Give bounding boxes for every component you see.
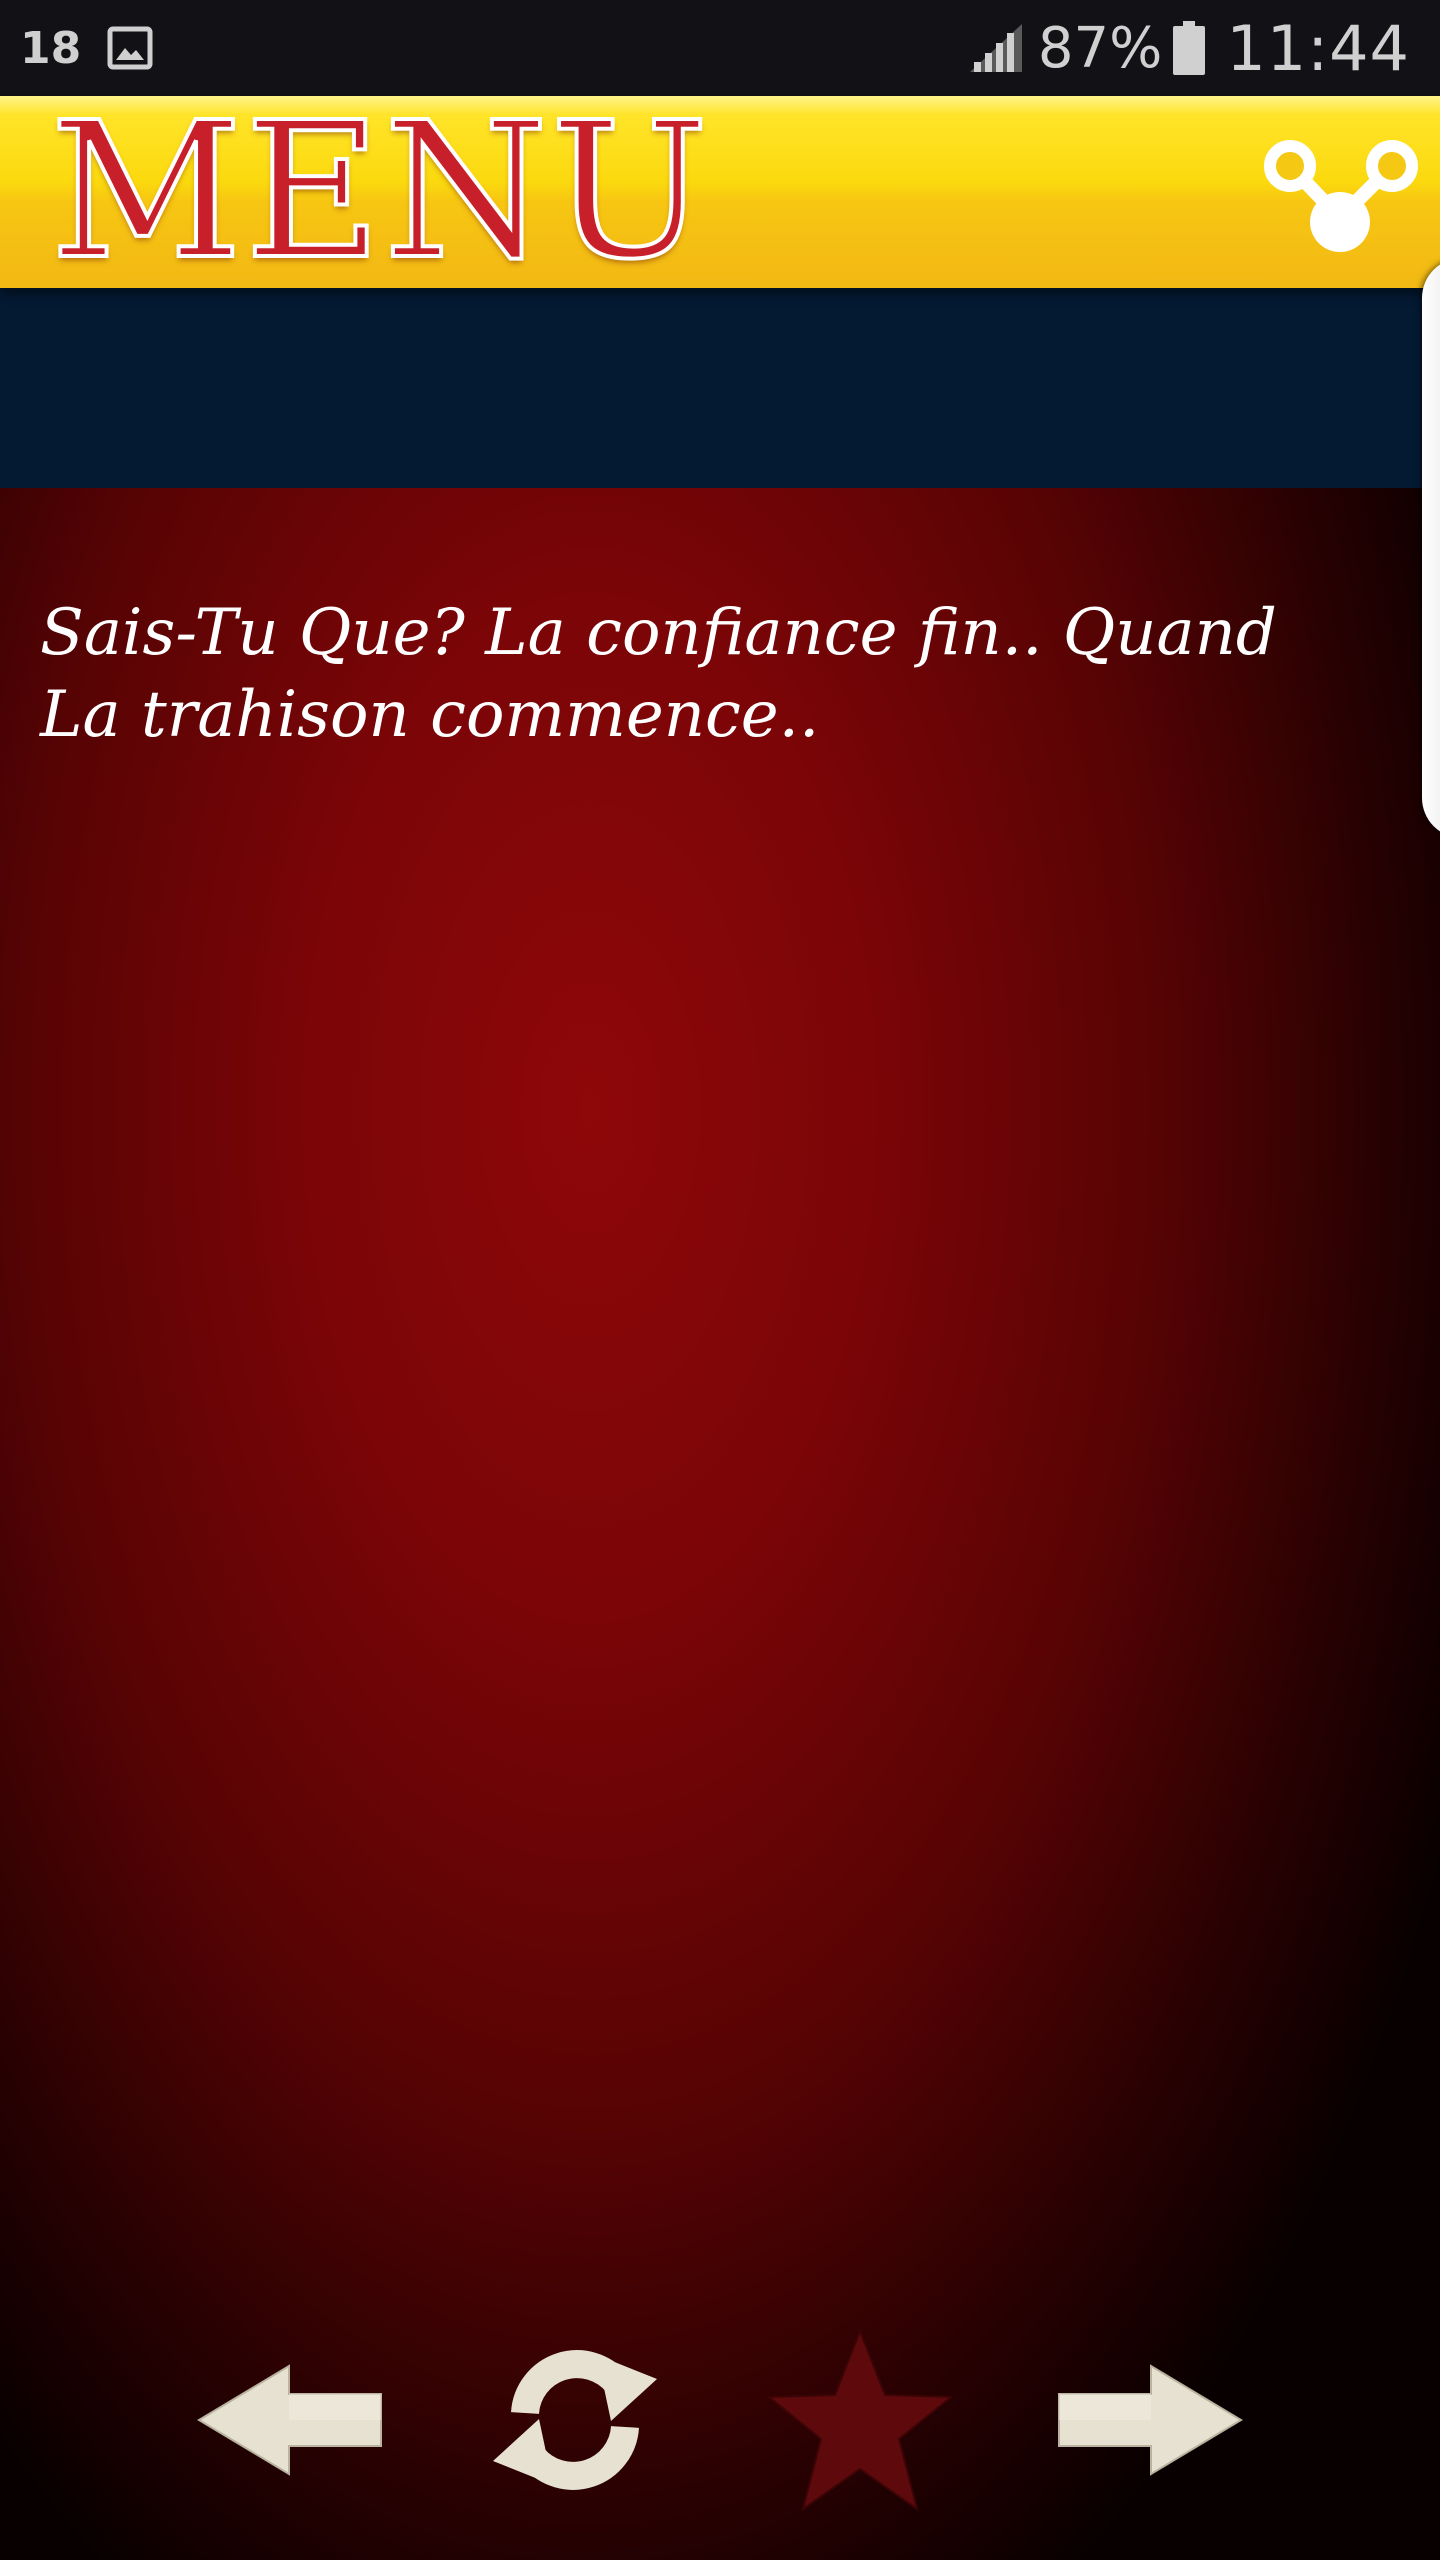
temperature-text: 18 xyxy=(20,22,82,74)
previous-button[interactable] xyxy=(190,2320,390,2520)
next-button[interactable] xyxy=(1050,2320,1250,2520)
ad-banner-area xyxy=(0,288,1440,488)
quote-content: Sais-Tu Que? La confiance fin.. Quand La… xyxy=(0,488,1440,2560)
clock-time: 11:44 xyxy=(1226,11,1410,85)
share-icon[interactable] xyxy=(1258,126,1422,256)
battery-icon xyxy=(1173,21,1206,75)
app-screen: 18 87% 11:44 MENU Sais-Tu Que? La confia… xyxy=(0,0,1440,2560)
menu-title[interactable]: MENU xyxy=(48,96,711,288)
status-left: 18 xyxy=(20,23,153,74)
status-right: 87% 11:44 xyxy=(968,12,1410,85)
battery-percent: 87% xyxy=(1037,15,1163,81)
arrow-right-icon xyxy=(1058,2364,1243,2476)
star-icon xyxy=(766,2328,954,2512)
arrow-left-icon xyxy=(197,2364,382,2476)
navigation-controls xyxy=(0,2320,1440,2520)
refresh-button[interactable] xyxy=(475,2320,675,2520)
menu-header: MENU xyxy=(0,96,1440,288)
signal-icon xyxy=(969,24,1022,72)
edge-panel-handle[interactable] xyxy=(1422,258,1440,838)
refresh-icon xyxy=(493,2350,657,2490)
gallery-icon xyxy=(107,26,153,70)
favorite-button[interactable] xyxy=(760,2320,960,2520)
quote-text: Sais-Tu Que? La confiance fin.. Quand La… xyxy=(40,596,1277,752)
